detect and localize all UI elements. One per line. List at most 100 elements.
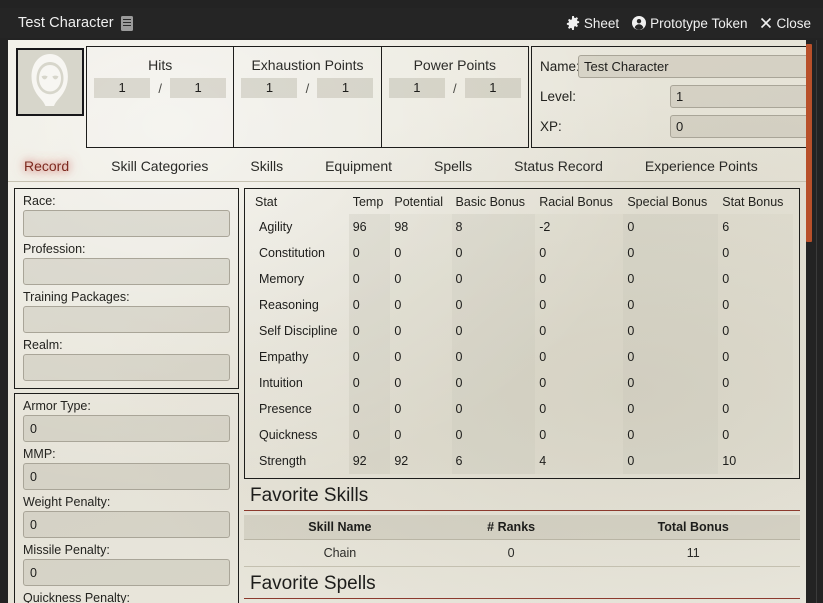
stat-cell-temp[interactable]: 0 xyxy=(348,422,391,448)
vertical-scrollbar-thumb[interactable] xyxy=(806,44,812,242)
weight-penalty-input[interactable] xyxy=(23,511,230,538)
stat-cell-potential[interactable]: 0 xyxy=(390,318,452,344)
stat-cell-special[interactable]: 0 xyxy=(623,370,719,396)
stat-cell-temp[interactable]: 96 xyxy=(348,214,391,240)
stat-cell-special[interactable]: 0 xyxy=(623,240,719,266)
stat-cell-temp[interactable]: 0 xyxy=(348,240,391,266)
stat-cell-temp[interactable]: 0 xyxy=(348,370,391,396)
stat-cell-potential[interactable]: 0 xyxy=(390,370,452,396)
tab-skill-categories[interactable]: Skill Categories xyxy=(101,155,218,177)
missile-penalty-input[interactable] xyxy=(23,559,230,586)
stat-cell-temp[interactable]: 0 xyxy=(348,318,391,344)
exhaustion-max-input[interactable]: 1 xyxy=(317,78,374,98)
stat-cell-stat-bonus[interactable]: 0 xyxy=(718,422,793,448)
stat-cell-special[interactable]: 0 xyxy=(623,422,719,448)
tab-skills[interactable]: Skills xyxy=(240,155,293,177)
stat-cell-basic[interactable]: 0 xyxy=(451,344,536,370)
stat-cell-temp[interactable]: 0 xyxy=(348,292,391,318)
stat-cell-basic[interactable]: 0 xyxy=(451,422,536,448)
tab-equipment[interactable]: Equipment xyxy=(315,155,402,177)
tab-experience-points[interactable]: Experience Points xyxy=(635,155,768,177)
stat-cell-special[interactable]: 0 xyxy=(623,396,719,422)
tab-status-record[interactable]: Status Record xyxy=(504,155,613,177)
stat-row: Memory 0 0 0 0 0 0 xyxy=(251,266,793,292)
stat-cell-potential[interactable]: 0 xyxy=(390,396,452,422)
stat-cell-potential[interactable]: 0 xyxy=(390,344,452,370)
close-button[interactable]: Close xyxy=(760,16,811,31)
race-input[interactable] xyxy=(23,210,230,237)
stat-cell-racial[interactable]: 0 xyxy=(535,422,624,448)
stat-cell-racial[interactable]: 0 xyxy=(535,240,624,266)
stat-cell-basic[interactable]: 0 xyxy=(451,266,536,292)
stat-cell-temp[interactable]: 92 xyxy=(348,448,391,474)
stat-cell-stat-bonus[interactable]: 0 xyxy=(718,292,793,318)
stat-cell-stat-bonus[interactable]: 10 xyxy=(718,448,793,474)
stat-cell-stat-bonus[interactable]: 0 xyxy=(718,370,793,396)
stat-cell-potential[interactable]: 0 xyxy=(390,240,452,266)
prototype-token-button[interactable]: Prototype Token xyxy=(632,16,747,31)
identity-block: Name: Level: XP: xyxy=(531,46,806,148)
stat-cell-special[interactable]: 0 xyxy=(623,344,719,370)
stat-cell-basic[interactable]: 0 xyxy=(451,370,536,396)
stat-cell-stat-bonus[interactable]: 0 xyxy=(718,266,793,292)
vertical-scrollbar[interactable] xyxy=(806,40,812,603)
stat-cell-potential[interactable]: 0 xyxy=(390,266,452,292)
stat-table-header-row: Stat Temp Potential Basic Bonus Racial B… xyxy=(251,193,793,214)
stat-cell-potential[interactable]: 0 xyxy=(390,292,452,318)
stat-cell-racial[interactable]: 0 xyxy=(535,396,624,422)
stat-cell-special[interactable]: 0 xyxy=(623,318,719,344)
stat-cell-basic[interactable]: 0 xyxy=(451,396,536,422)
favorite-skills-body: Chain 0 11 xyxy=(244,539,800,567)
stat-cell-temp[interactable]: 0 xyxy=(348,266,391,292)
weight-penalty-label: Weight Penalty: xyxy=(23,495,111,509)
realm-input[interactable] xyxy=(23,354,230,381)
stat-cell-stat-bonus[interactable]: 0 xyxy=(718,318,793,344)
power-current-input[interactable]: 1 xyxy=(388,78,445,98)
tab-record[interactable]: Record xyxy=(14,155,79,177)
stat-cell-potential[interactable]: 98 xyxy=(390,214,452,240)
stat-cell-racial[interactable]: -2 xyxy=(535,214,624,240)
power-max-input[interactable]: 1 xyxy=(464,78,521,98)
stat-cell-racial[interactable]: 0 xyxy=(535,370,624,396)
level-input[interactable] xyxy=(670,85,806,108)
hits-current-input[interactable]: 1 xyxy=(94,78,151,98)
tab-spells[interactable]: Spells xyxy=(424,155,482,177)
stat-cell-racial[interactable]: 0 xyxy=(535,292,624,318)
stat-cell-temp[interactable]: 0 xyxy=(348,344,391,370)
xp-input[interactable] xyxy=(670,115,806,138)
stat-cell-potential[interactable]: 0 xyxy=(390,422,452,448)
stat-cell-special[interactable]: 0 xyxy=(623,214,719,240)
stat-cell-racial[interactable]: 4 xyxy=(535,448,624,474)
name-input[interactable] xyxy=(578,55,806,78)
stat-cell-basic[interactable]: 0 xyxy=(451,292,536,318)
stat-cell-special[interactable]: 0 xyxy=(623,266,719,292)
defense-panel: Armor Type: MMP: Weight Penalty: Missile… xyxy=(14,393,239,603)
stat-cell-stat-bonus[interactable]: 0 xyxy=(718,344,793,370)
stat-cell-potential[interactable]: 92 xyxy=(390,448,452,474)
profession-input[interactable] xyxy=(23,258,230,285)
stat-cell-basic[interactable]: 8 xyxy=(451,214,536,240)
hits-max-input[interactable]: 1 xyxy=(170,78,227,98)
character-portrait[interactable] xyxy=(16,48,84,116)
col-potential: Potential xyxy=(394,195,444,209)
stat-cell-racial[interactable]: 0 xyxy=(535,318,624,344)
stat-cell-special[interactable]: 0 xyxy=(623,448,719,474)
stat-cell-special[interactable]: 0 xyxy=(623,292,719,318)
armor-type-input[interactable] xyxy=(23,415,230,442)
exhaustion-current-input[interactable]: 1 xyxy=(241,78,298,98)
stat-cell-racial[interactable]: 0 xyxy=(535,344,624,370)
favorite-spells-title: Favorite Spells xyxy=(244,567,800,599)
stat-cell-stat-bonus[interactable]: 0 xyxy=(718,240,793,266)
resource-power-label: Power Points xyxy=(413,57,497,73)
stat-cell-temp[interactable]: 0 xyxy=(348,396,391,422)
mmp-input[interactable] xyxy=(23,463,230,490)
stat-cell-basic[interactable]: 0 xyxy=(451,240,536,266)
resource-hits-label: Hits xyxy=(148,57,173,73)
sheet-button[interactable]: Sheet xyxy=(566,16,619,31)
stat-cell-stat-bonus[interactable]: 0 xyxy=(718,396,793,422)
training-packages-input[interactable] xyxy=(23,306,230,333)
stat-cell-basic[interactable]: 6 xyxy=(451,448,536,474)
stat-cell-racial[interactable]: 0 xyxy=(535,266,624,292)
stat-cell-stat-bonus[interactable]: 6 xyxy=(718,214,793,240)
stat-cell-basic[interactable]: 0 xyxy=(451,318,536,344)
